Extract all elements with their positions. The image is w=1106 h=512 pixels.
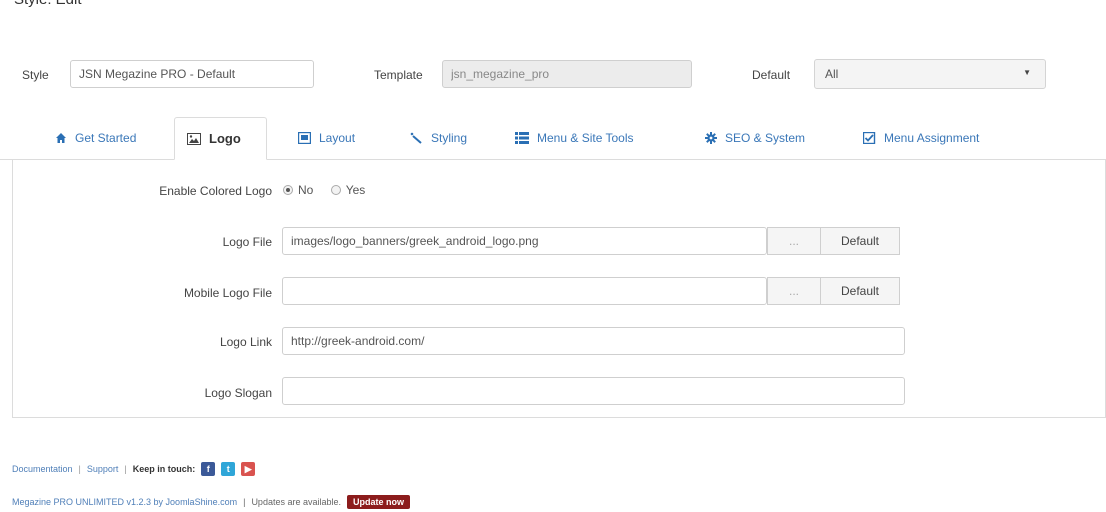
version-link[interactable]: Megazine PRO UNLIMITED v1.2.3 by JoomlaS… [12, 497, 237, 507]
divider: | [243, 497, 246, 507]
list-icon [515, 132, 529, 144]
twitter-icon[interactable]: t [221, 462, 236, 476]
layout-icon [298, 132, 311, 144]
divider: | [124, 464, 127, 474]
tab-label: Get Started [75, 131, 137, 145]
logo-link-label: Logo Link [219, 335, 272, 349]
tab-label: Menu Assignment [884, 131, 980, 145]
logo-file-input[interactable] [282, 227, 767, 255]
mobile-logo-file-input[interactable] [282, 277, 767, 305]
footer-version: Megazine PRO UNLIMITED v1.2.3 by JoomlaS… [12, 495, 410, 509]
style-title-input[interactable] [70, 60, 314, 88]
default-select[interactable]: All ▼ [814, 59, 1046, 89]
magic-wand-icon [410, 132, 422, 144]
keep-in-touch-label: Keep in touch: [132, 464, 196, 474]
page-heading: Style: Edit [0, 0, 160, 12]
tab-styling[interactable]: Styling [397, 117, 479, 159]
tab-bar: Get Started Logo Layout Styling Menu & S… [0, 117, 1106, 160]
tab-menu-assignment[interactable]: Menu Assignment [851, 117, 991, 159]
home-icon [56, 133, 66, 143]
logo-link-input[interactable] [282, 327, 905, 355]
divider: | [78, 464, 81, 474]
tab-label: Styling [431, 131, 468, 145]
tab-label: Logo [209, 131, 241, 146]
tab-menu-site-tools[interactable]: Menu & Site Tools [503, 117, 646, 159]
tab-get-started[interactable]: Get Started [43, 117, 148, 159]
youtube-icon[interactable]: ▶ [241, 462, 256, 476]
template-label: Template [374, 68, 423, 82]
default-select-value: All [825, 67, 839, 81]
image-icon [187, 132, 201, 145]
logo-file-default-button[interactable]: Default [820, 227, 900, 255]
logo-slogan-input[interactable] [282, 377, 905, 405]
facebook-icon[interactable]: f [201, 462, 216, 476]
template-input[interactable] [442, 60, 692, 88]
radio-unchecked-icon [330, 185, 341, 195]
support-link[interactable]: Support [87, 464, 119, 474]
radio-label: Yes [345, 183, 366, 197]
radio-label: No [298, 183, 314, 197]
tab-label: Layout [319, 131, 356, 145]
radio-no[interactable]: No [283, 183, 313, 197]
updates-text: Updates are available. [251, 497, 341, 507]
style-label: Style [22, 68, 49, 82]
tab-layout[interactable]: Layout [286, 117, 367, 159]
mobile-logo-file-browse-button[interactable]: ... [767, 277, 821, 305]
enable-colored-logo-label: Enable Colored Logo [159, 184, 272, 198]
style-row: Style Template Default All ▼ [0, 55, 1106, 95]
logo-file-label: Logo File [222, 235, 272, 249]
footer-links: Documentation | Support | Keep in touch:… [12, 462, 256, 476]
update-now-button[interactable]: Update now [347, 495, 410, 509]
checkbox-icon [863, 132, 876, 144]
gear-icon [705, 132, 717, 144]
mobile-logo-file-default-button[interactable]: Default [820, 277, 900, 305]
logo-file-browse-button[interactable]: ... [767, 227, 821, 255]
logo-panel: Enable Colored Logo No Yes Logo File ...… [12, 160, 1106, 418]
mobile-logo-file-label: Mobile Logo File [183, 286, 272, 300]
tab-label: Menu & Site Tools [537, 131, 634, 145]
tab-seo-system[interactable]: SEO & System [693, 117, 817, 159]
radio-yes[interactable]: Yes [330, 183, 366, 197]
logo-slogan-label: Logo Slogan [204, 386, 272, 400]
page-heading-text: Style: Edit [14, 0, 82, 8]
chevron-down-icon: ▼ [1023, 68, 1031, 77]
enable-colored-logo-radios: No Yes [283, 183, 379, 198]
tab-logo[interactable]: Logo [174, 117, 267, 160]
radio-checked-icon [283, 185, 293, 195]
default-label: Default [752, 68, 791, 82]
tab-label: SEO & System [725, 131, 806, 145]
documentation-link[interactable]: Documentation [12, 464, 73, 474]
